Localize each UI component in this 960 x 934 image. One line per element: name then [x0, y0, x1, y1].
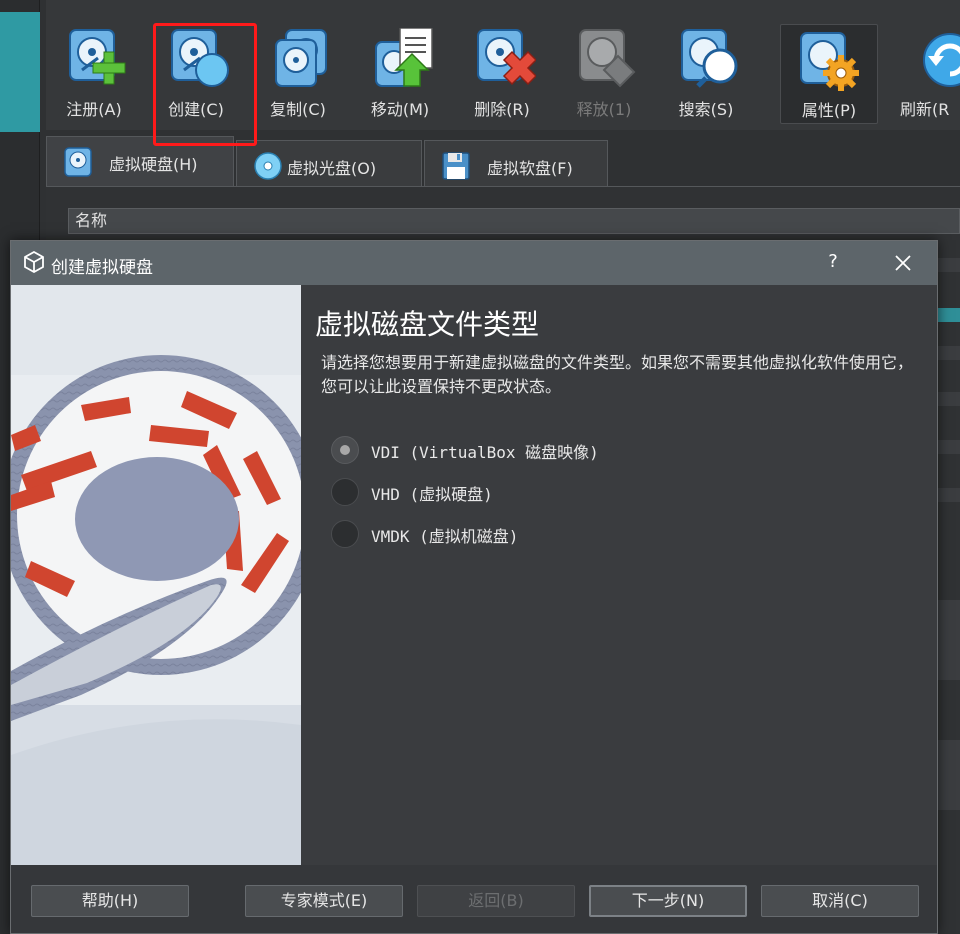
register-button[interactable]: 注册(A)	[46, 22, 142, 124]
search-label: 搜索(S)	[678, 100, 734, 119]
refresh-button[interactable]: 刷新(R	[892, 22, 960, 124]
refresh-icon	[923, 33, 960, 87]
expert-mode-button[interactable]: 专家模式(E)	[245, 885, 403, 917]
page-title: 虚拟磁盘文件类型	[315, 308, 540, 341]
move-label: 移动(M)	[370, 100, 430, 119]
background-row	[938, 392, 960, 406]
dialog-titlebar[interactable]: 创建虚拟硬盘 ?	[11, 241, 937, 285]
disk-copy-icon	[275, 29, 327, 87]
background-row	[938, 258, 960, 272]
next-button[interactable]: 下一步(N)	[589, 885, 747, 917]
page-description: 请选择您想要用于新建虚拟磁盘的文件类型。如果您不需要其他虚拟化软件使用它，您可以…	[321, 353, 914, 396]
hard-disk-icon	[64, 147, 92, 177]
disk-release-icon	[579, 29, 636, 88]
cancel-button[interactable]: 取消(C)	[761, 885, 919, 917]
disk-properties-icon	[800, 32, 859, 91]
disk-add-icon	[69, 29, 126, 85]
copy-button[interactable]: 复制(C)	[250, 22, 346, 124]
create-virtual-disk-dialog: 创建虚拟硬盘 ? 虚拟磁盘文件类型 请选择您想要用于新建虚拟磁盘的文件类型。如果…	[10, 240, 938, 934]
option-vhd[interactable]: VHD (虚拟硬盘)	[331, 478, 751, 508]
radio-vmdk[interactable]	[331, 520, 359, 548]
hard-disk-illustration	[11, 285, 301, 865]
move-button[interactable]: 移动(M)	[352, 22, 448, 124]
option-vmdk[interactable]: VMDK (虚拟机磁盘)	[331, 520, 751, 550]
properties-button[interactable]: 属性(P)	[780, 24, 878, 124]
background-row	[938, 488, 960, 502]
option-vdi[interactable]: VDI (VirtualBox 磁盘映像)	[331, 436, 751, 466]
background-panel	[938, 740, 960, 810]
selected-item-indicator	[0, 12, 40, 132]
tab-floppy-disks[interactable]: 虚拟软盘(F)	[424, 140, 608, 186]
dialog-button-bar: 帮助(H) 专家模式(E) 返回(B) 下一步(N) 取消(C)	[11, 865, 937, 933]
delete-label: 删除(R)	[474, 100, 530, 119]
release-button[interactable]: 释放(1)	[556, 22, 652, 124]
disk-delete-icon	[477, 29, 536, 86]
back-button[interactable]: 返回(B)	[417, 885, 575, 917]
delete-button[interactable]: 删除(R)	[454, 22, 550, 124]
release-label: 释放(1)	[576, 100, 632, 119]
create-label: 创建(C)	[168, 100, 224, 119]
close-icon[interactable]	[889, 249, 917, 277]
optical-disk-icon	[254, 152, 282, 180]
disk-search-icon	[681, 29, 738, 88]
virtualbox-cube-icon	[24, 251, 44, 273]
option-vhd-label: VHD (虚拟硬盘)	[371, 485, 493, 504]
copy-label: 复制(C)	[270, 100, 326, 119]
register-label: 注册(A)	[66, 100, 122, 119]
help-button[interactable]: 帮助(H)	[31, 885, 189, 917]
media-type-tabs: 虚拟硬盘(H) 虚拟光盘(O) 虚拟软盘(F)	[46, 132, 960, 188]
create-button[interactable]: 创建(C)	[148, 22, 244, 124]
radio-vdi[interactable]	[331, 436, 359, 464]
tab-floppy-disks-label: 虚拟软盘(F)	[487, 159, 573, 178]
background-row	[938, 440, 960, 454]
radio-vhd[interactable]	[331, 478, 359, 506]
refresh-label: 刷新(R	[900, 100, 950, 119]
media-manager-toolbar: 注册(A) 创建(C) 复制(C) 移动(M) 删除(R) 释放(1) 搜索(S…	[46, 0, 960, 130]
tab-hard-disks-label: 虚拟硬盘(H)	[109, 155, 198, 174]
dialog-title: 创建虚拟硬盘	[51, 258, 153, 278]
background-panel	[938, 600, 960, 680]
option-vmdk-label: VMDK (虚拟机磁盘)	[371, 527, 519, 546]
tab-hard-disks[interactable]: 虚拟硬盘(H)	[46, 136, 234, 188]
background-row	[938, 346, 960, 360]
floppy-disk-icon	[442, 152, 470, 180]
background-row-selected	[938, 308, 960, 322]
option-vdi-label: VDI (VirtualBox 磁盘映像)	[371, 443, 599, 462]
search-button[interactable]: 搜索(S)	[658, 22, 754, 124]
disk-move-icon	[375, 28, 433, 87]
name-column-header[interactable]: 名称	[68, 208, 960, 234]
properties-label: 属性(P)	[801, 101, 857, 120]
context-help-button[interactable]: ?	[823, 251, 843, 275]
disk-create-icon	[171, 29, 229, 87]
tab-optical-disks[interactable]: 虚拟光盘(O)	[236, 140, 422, 186]
tab-optical-disks-label: 虚拟光盘(O)	[287, 159, 377, 178]
